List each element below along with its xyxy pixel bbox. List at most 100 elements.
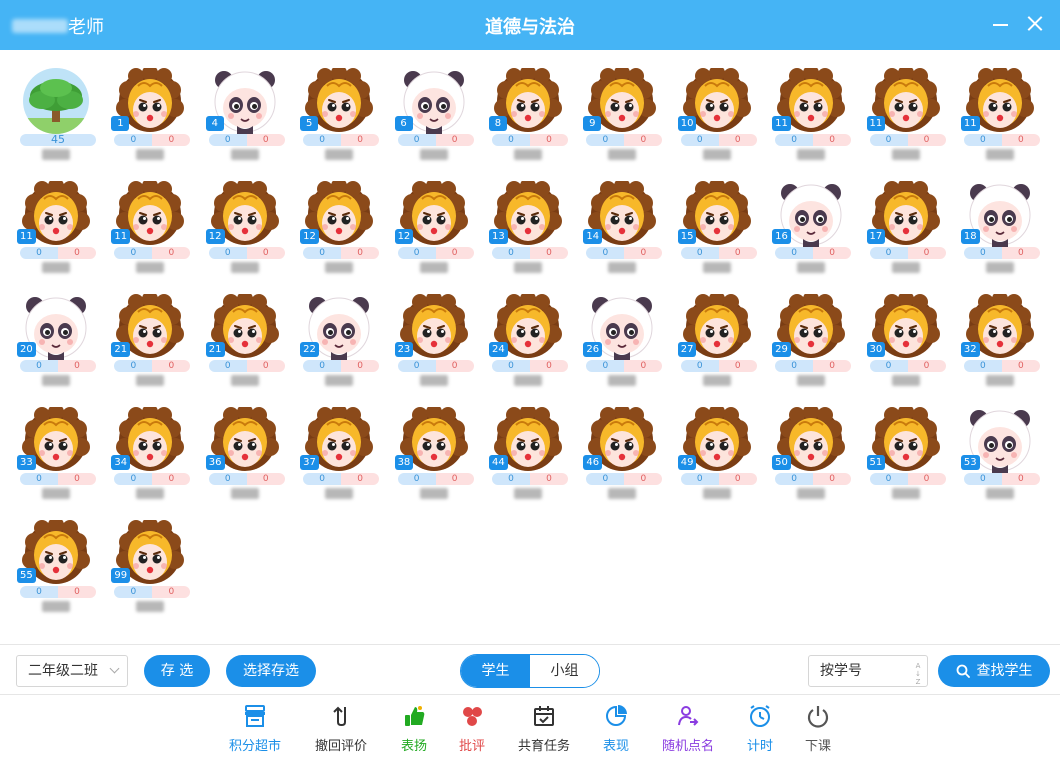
student-number-badge: 23 — [394, 342, 414, 357]
student-card[interactable]: 1 0 0 — [106, 64, 200, 177]
student-card[interactable]: 23 0 0 — [390, 290, 484, 403]
toolbar-item[interactable]: 共育任务 — [511, 703, 577, 759]
student-card[interactable]: 15 0 0 — [673, 177, 767, 290]
toolbar-item[interactable]: 批评 — [439, 703, 505, 759]
negative-score: 0 — [529, 360, 568, 372]
find-student-button[interactable]: 查找学生 — [938, 655, 1050, 687]
student-card[interactable]: 24 0 0 — [484, 290, 578, 403]
student-card[interactable]: 29 0 0 — [767, 290, 861, 403]
student-score-bar: 0 0 — [20, 586, 96, 598]
student-name — [201, 262, 289, 276]
course-title: 道德与法治 — [485, 17, 575, 38]
student-card[interactable]: 37 0 0 — [295, 403, 389, 516]
student-card[interactable]: 53 0 0 — [956, 403, 1050, 516]
student-number-badge: 9 — [583, 116, 602, 131]
student-card[interactable]: 12 0 0 — [390, 177, 484, 290]
student-score-bar: 0 0 — [963, 134, 1040, 146]
student-card[interactable]: 50 0 0 — [767, 403, 861, 516]
student-name — [578, 262, 666, 276]
student-card[interactable]: 16 0 0 — [767, 177, 861, 290]
negative-score: 0 — [907, 247, 946, 259]
student-card[interactable]: 27 0 0 — [673, 290, 767, 403]
student-card[interactable]: 99 0 0 — [106, 516, 200, 629]
student-card[interactable]: 51 0 0 — [862, 403, 956, 516]
teacher-card[interactable]: 45 — [12, 64, 106, 177]
tab-groups[interactable]: 小组 — [530, 655, 599, 687]
student-card[interactable]: 26 0 0 — [578, 290, 672, 403]
student-card[interactable]: 49 0 0 — [673, 403, 767, 516]
student-name — [390, 262, 478, 276]
student-number-badge: 15 — [677, 229, 697, 244]
positive-score: 0 — [208, 134, 247, 146]
student-score-bar: 0 0 — [869, 134, 946, 146]
student-score-bar: 0 0 — [775, 247, 852, 259]
toolbar-item[interactable]: 撤回评价 — [308, 703, 374, 759]
student-score-bar: 0 0 — [869, 360, 946, 372]
student-card[interactable]: 4 0 0 — [201, 64, 295, 177]
student-score-bar: 0 0 — [491, 360, 568, 372]
student-card[interactable]: 9 0 0 — [578, 64, 672, 177]
student-card[interactable]: 10 0 0 — [673, 64, 767, 177]
student-card[interactable]: 11 0 0 — [956, 64, 1050, 177]
positive-score: 0 — [680, 134, 719, 146]
class-select-value: 二年级二班 — [28, 663, 98, 679]
student-card[interactable]: 11 0 0 — [767, 64, 861, 177]
student-card[interactable]: 33 0 0 — [12, 403, 106, 516]
negative-score: 0 — [435, 134, 474, 146]
student-number-badge: 51 — [866, 455, 886, 470]
toolbar-item[interactable]: 表现 — [583, 703, 649, 759]
student-score-bar: 0 0 — [775, 134, 852, 146]
student-card[interactable]: 32 0 0 — [956, 290, 1050, 403]
student-name — [12, 262, 100, 276]
student-card[interactable]: 30 0 0 — [862, 290, 956, 403]
negative-score: 0 — [813, 134, 852, 146]
student-grid: 45 1 0 0 4 0 0 5 0 0 6 0 0 8 0 0 9 0 0 1… — [12, 64, 1052, 629]
student-card[interactable]: 34 0 0 — [106, 403, 200, 516]
positive-score: 0 — [208, 473, 247, 485]
student-name — [106, 149, 194, 163]
toolbar-item[interactable]: 下课 — [785, 703, 851, 759]
student-card[interactable]: 11 0 0 — [862, 64, 956, 177]
student-name — [484, 262, 572, 276]
student-score-bar: 0 0 — [963, 360, 1040, 372]
class-select[interactable]: 二年级二班 — [16, 655, 128, 687]
student-card[interactable]: 5 0 0 — [295, 64, 389, 177]
toolbar-item[interactable]: 随机点名 — [655, 703, 721, 759]
student-card[interactable]: 18 0 0 — [956, 177, 1050, 290]
student-card[interactable]: 12 0 0 — [201, 177, 295, 290]
select-saved-button[interactable]: 选择存选 — [226, 655, 316, 687]
tab-students[interactable]: 学生 — [461, 655, 530, 687]
student-card[interactable]: 14 0 0 — [578, 177, 672, 290]
positive-score: 0 — [963, 247, 1002, 259]
student-card[interactable]: 44 0 0 — [484, 403, 578, 516]
sort-select[interactable]: 按学号 A ↓ Z — [808, 655, 928, 687]
student-name — [673, 149, 761, 163]
toolbar-item[interactable]: 计时 — [727, 703, 793, 759]
negative-score: 0 — [152, 247, 191, 259]
student-card[interactable]: 12 0 0 — [295, 177, 389, 290]
close-button[interactable] — [1022, 11, 1048, 37]
student-card[interactable]: 22 0 0 — [295, 290, 389, 403]
toolbar-item-label: 撤回评价 — [314, 739, 367, 754]
student-card[interactable]: 11 0 0 — [12, 177, 106, 290]
student-card[interactable]: 38 0 0 — [390, 403, 484, 516]
toolbar-item[interactable]: 表扬 — [381, 703, 447, 759]
student-number-badge: 5 — [300, 116, 319, 131]
student-card[interactable]: 21 0 0 — [106, 290, 200, 403]
student-card[interactable]: 6 0 0 — [390, 64, 484, 177]
student-card[interactable]: 21 0 0 — [201, 290, 295, 403]
student-card[interactable]: 17 0 0 — [862, 177, 956, 290]
toolbar-item[interactable]: 积分超市 — [222, 703, 288, 759]
student-card[interactable]: 11 0 0 — [106, 177, 200, 290]
student-number-badge: 21 — [205, 342, 225, 357]
positive-score: 0 — [397, 360, 436, 372]
student-card[interactable]: 36 0 0 — [201, 403, 295, 516]
student-card[interactable]: 13 0 0 — [484, 177, 578, 290]
minimize-button[interactable] — [988, 11, 1014, 37]
student-name — [767, 488, 855, 502]
student-card[interactable]: 8 0 0 — [484, 64, 578, 177]
save-selection-button[interactable]: 存 选 — [144, 655, 210, 687]
student-card[interactable]: 20 0 0 — [12, 290, 106, 403]
student-card[interactable]: 55 0 0 — [12, 516, 106, 629]
student-card[interactable]: 46 0 0 — [578, 403, 672, 516]
